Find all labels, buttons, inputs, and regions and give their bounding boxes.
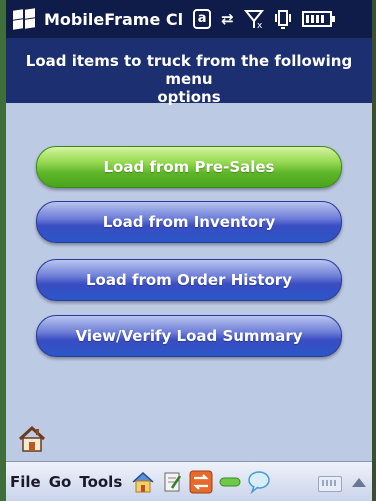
desktop-background-right — [372, 0, 376, 501]
swap-icon[interactable] — [189, 470, 213, 494]
vibrate-icon[interactable] — [274, 9, 292, 29]
menu-go[interactable]: Go — [49, 473, 72, 491]
load-from-inventory-button[interactable]: Load from Inventory — [36, 201, 342, 243]
load-from-presales-button[interactable]: Load from Pre-Sales — [36, 146, 342, 188]
signal-off-icon[interactable]: x — [243, 9, 264, 29]
battery-pill-icon[interactable] — [218, 470, 242, 494]
header-line-1: Load items to truck from the following m… — [25, 52, 353, 88]
status-bar: MobileFrame Cl a ⇄ x — [6, 0, 372, 38]
app-title: MobileFrame Cl — [44, 9, 184, 29]
up-arrow-icon[interactable] — [352, 478, 366, 487]
keyboard-icon[interactable] — [318, 476, 342, 492]
menu-file[interactable]: File — [10, 473, 41, 491]
home-icon[interactable] — [131, 470, 155, 494]
status-icons: a ⇄ x — [193, 9, 335, 29]
svg-text:x: x — [257, 21, 263, 29]
notepad-icon[interactable] — [160, 470, 184, 494]
header-line-2: options — [157, 88, 221, 106]
speech-bubble-icon[interactable] — [247, 470, 271, 494]
device-screen: MobileFrame Cl a ⇄ x Load items to truck… — [6, 0, 372, 501]
a-key-icon: a — [193, 9, 212, 29]
home-icon[interactable] — [18, 425, 46, 453]
battery-icon[interactable] — [301, 11, 335, 27]
load-from-order-history-button[interactable]: Load from Order History — [36, 259, 342, 301]
windows-logo-icon[interactable] — [12, 8, 38, 30]
page-header: Load items to truck from the following m… — [6, 38, 372, 106]
sync-arrows-icon[interactable]: ⇄ — [221, 11, 234, 27]
menu-bar: File Go Tools — [6, 461, 372, 501]
menu-tools[interactable]: Tools — [79, 473, 122, 491]
view-verify-load-summary-button[interactable]: View/Verify Load Summary — [36, 315, 342, 357]
